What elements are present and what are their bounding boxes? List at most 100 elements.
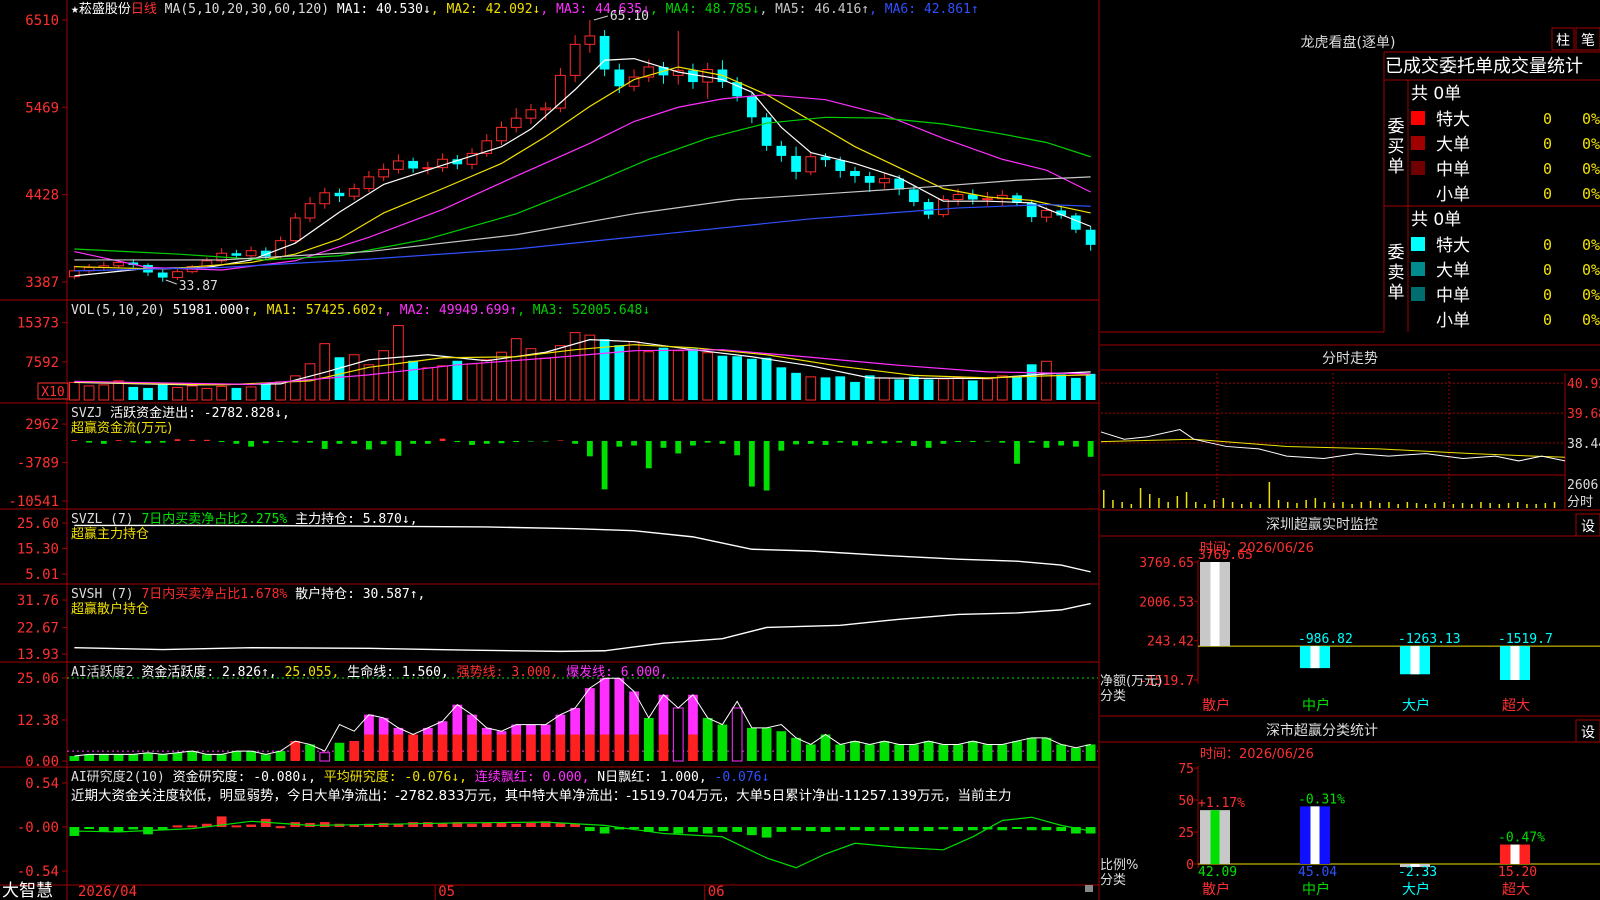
ai-active-bar bbox=[393, 734, 404, 761]
ai-active-bar bbox=[688, 734, 698, 761]
ai-active-bar bbox=[422, 734, 433, 761]
svzj-bar bbox=[513, 440, 520, 443]
ai-active-bar bbox=[555, 714, 566, 735]
sz-class-bar-value: 15.20 bbox=[1498, 865, 1537, 880]
svzl-header-item: SVZL (7) bbox=[71, 512, 141, 527]
svzj-bar bbox=[439, 438, 446, 441]
volume-bar bbox=[643, 351, 655, 401]
minute-panel: 分时走势 40.92 39.68 38.44 2606 分时 bbox=[1100, 351, 1600, 511]
candle-body bbox=[408, 160, 418, 169]
sz-realtime-settings-label: 设 bbox=[1581, 519, 1595, 535]
ai-active-bar bbox=[319, 752, 331, 762]
ai-active-header-item: 资金活跃度: 2.826↑, bbox=[141, 664, 284, 680]
lhb-column-button-label: 柱 bbox=[1556, 33, 1570, 49]
minute-volume-bar bbox=[1277, 500, 1280, 508]
lhb-buy-row-name: 小单 bbox=[1436, 185, 1470, 205]
svzj-bar bbox=[645, 440, 652, 469]
ai-research-panel: 0.54 -0.00 -0.54 AI研究度2(10) 资金研究度: -0.080↓,… bbox=[17, 769, 1096, 880]
ai-research-bar bbox=[864, 827, 875, 832]
ai-research-bar bbox=[717, 827, 728, 832]
minute-volume-bar bbox=[1498, 504, 1501, 508]
volume-bar bbox=[599, 339, 610, 400]
sz-realtime-bar: -986.82 中户 bbox=[1298, 632, 1353, 714]
sz-class-bar-value: 45.04 bbox=[1298, 865, 1337, 880]
svzj-bar bbox=[572, 440, 579, 444]
volume-header-item: 51981.000↑ bbox=[173, 303, 251, 318]
svzj-bar bbox=[469, 440, 475, 445]
volume-bar bbox=[732, 356, 743, 400]
ai-active-bar bbox=[305, 744, 315, 761]
ai-research-bar bbox=[599, 827, 610, 834]
svzj-bar bbox=[528, 440, 534, 442]
ai-active-bar bbox=[894, 744, 905, 761]
ai-research-bar bbox=[850, 827, 860, 831]
svzj-bar bbox=[351, 440, 358, 444]
kline-candle bbox=[791, 146, 801, 180]
ai-research-bar bbox=[84, 827, 94, 829]
volume-header-item: , MA2: 49949.699↑ bbox=[384, 303, 517, 318]
kline-y-tick: 4428 bbox=[25, 188, 59, 204]
volume-bar bbox=[525, 348, 537, 401]
volume-bar bbox=[1071, 377, 1081, 400]
sz-class-settings-button[interactable]: 设 bbox=[1575, 719, 1600, 743]
ai-research-bar bbox=[688, 827, 698, 832]
lhb-sell-row-pct: 0% bbox=[1582, 261, 1600, 279]
lhb-sell-row-name: 小单 bbox=[1436, 311, 1470, 331]
sz-class-panel: 深市超赢分类统计 设时间：2026/06/26 75 50 25 0 比例%分类 +1.17%… bbox=[1100, 719, 1600, 898]
minute-volume-bar bbox=[1241, 504, 1243, 508]
sz-realtime-panel: 深圳超赢实时监控 设时间：2026/06/263769.652006.53243.… bbox=[1100, 513, 1600, 714]
kline-candle bbox=[702, 62, 714, 99]
ai-active-bar bbox=[349, 741, 360, 761]
sz-realtime-settings-button[interactable]: 设 bbox=[1575, 513, 1600, 537]
candle-body bbox=[614, 69, 625, 87]
minute-y-tick: 39.68 bbox=[1567, 407, 1600, 422]
minute-title: 分时走势 bbox=[1322, 351, 1378, 367]
candle-body bbox=[525, 109, 537, 119]
ai-active-bar bbox=[820, 734, 831, 761]
minute-volume-bar bbox=[1213, 500, 1215, 508]
ai-active-bar bbox=[570, 708, 580, 735]
ai-active-bar bbox=[791, 737, 801, 761]
svzl-header-item: 主力持仓: 5.870↓, bbox=[295, 512, 417, 527]
svsh-panel: 31.76 22.67 13.93 SVSH (7) 7日内买卖净占比1.678% 散… bbox=[17, 586, 1091, 663]
volume-bar bbox=[702, 352, 714, 401]
svzj-bar bbox=[218, 440, 225, 443]
lhb-sell-row-value: 0 bbox=[1543, 236, 1552, 254]
sz-realtime-category-label: 中户 bbox=[1302, 697, 1330, 714]
svzj-bar bbox=[852, 440, 858, 446]
stock-terminal-screen: 651054694428338765.1033.87★菘盛股份日线 MA(5,1… bbox=[0, 0, 1600, 900]
lhb-buy-row-name: 特大 bbox=[1436, 110, 1470, 130]
ai-active-bar bbox=[364, 734, 374, 761]
minute-volume-bar bbox=[1443, 502, 1445, 508]
ai-active-bar bbox=[408, 734, 418, 761]
ai-active-bar bbox=[231, 751, 242, 761]
svzl-panel: 25.60 15.30 5.01 SVZL (7) 7日内买卖净占比2.275% 主力… bbox=[17, 511, 1091, 583]
svzl-y-tick: 5.01 bbox=[25, 567, 59, 583]
lhb-sell-swatch bbox=[1411, 287, 1425, 301]
svzj-bar bbox=[734, 440, 741, 456]
ai-active-bar bbox=[334, 742, 345, 761]
svzl-header: SVZL (7) 7日内买卖净占比2.275% 主力持仓: 5.870↓, bbox=[71, 511, 418, 527]
ai-active-bar bbox=[614, 734, 625, 761]
ai-active-bar bbox=[364, 714, 374, 735]
date-axis: 大智慧 2026/04 05 06 bbox=[2, 881, 1093, 900]
volume-bar bbox=[510, 338, 522, 401]
minute-volume-bar bbox=[1130, 504, 1133, 508]
sz-realtime-bar-value: -986.82 bbox=[1298, 632, 1353, 647]
volume-bar bbox=[1026, 364, 1037, 400]
svzj-bar bbox=[336, 440, 343, 444]
candle-body bbox=[334, 192, 345, 197]
kline-candle bbox=[1071, 212, 1081, 234]
lhb-column-button[interactable]: 柱 bbox=[1551, 27, 1575, 51]
minute-volume-bar bbox=[1250, 502, 1252, 508]
lhb-sell-swatch bbox=[1411, 312, 1425, 326]
date-label-start: 2026/04 bbox=[78, 884, 137, 900]
kline-candle bbox=[437, 153, 448, 172]
ai-active-y-tick: 12.38 bbox=[17, 713, 59, 729]
sz-class-bar-highlight bbox=[1310, 806, 1320, 864]
lhb-stroke-button[interactable]: 笔 bbox=[1575, 27, 1600, 51]
minute-volume-bar bbox=[1204, 504, 1206, 508]
ai-active-bar bbox=[747, 727, 757, 761]
volume-bar bbox=[717, 355, 728, 400]
kline-ma3-line bbox=[74, 94, 1091, 271]
